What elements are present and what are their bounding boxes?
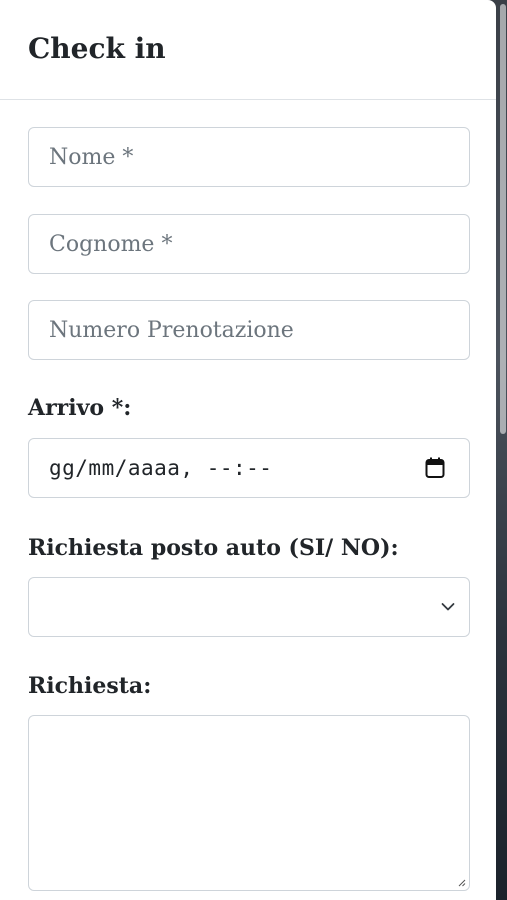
arrivo-value: gg/mm/aaaa, --:-- <box>49 456 273 480</box>
nome-placeholder: Nome * <box>49 144 134 170</box>
parking-label: Richiesta posto auto (SI/ NO): <box>28 535 399 561</box>
cognome-input[interactable]: Cognome * <box>28 214 470 274</box>
modal-title: Check in <box>28 32 166 65</box>
checkin-modal: Check in Nome * Cognome * Numero Prenota… <box>0 0 496 900</box>
richiesta-textarea[interactable] <box>28 715 470 891</box>
chevron-down-icon <box>441 603 455 611</box>
resize-grip-icon[interactable] <box>458 879 466 887</box>
parking-select[interactable] <box>28 577 470 637</box>
scrollbar-thumb[interactable] <box>500 4 506 434</box>
arrivo-label: Arrivo *: <box>28 395 132 421</box>
page-scrollbar[interactable] <box>499 0 507 900</box>
cognome-placeholder: Cognome * <box>49 231 173 257</box>
richiesta-label: Richiesta: <box>28 673 152 699</box>
nome-input[interactable]: Nome * <box>28 127 470 187</box>
numero-prenotazione-input[interactable]: Numero Prenotazione <box>28 300 470 360</box>
arrivo-datetime-input[interactable]: gg/mm/aaaa, --:-- <box>28 438 470 498</box>
calendar-icon[interactable] <box>425 457 445 479</box>
modal-header: Check in <box>0 0 496 100</box>
numero-prenotazione-placeholder: Numero Prenotazione <box>49 317 294 343</box>
